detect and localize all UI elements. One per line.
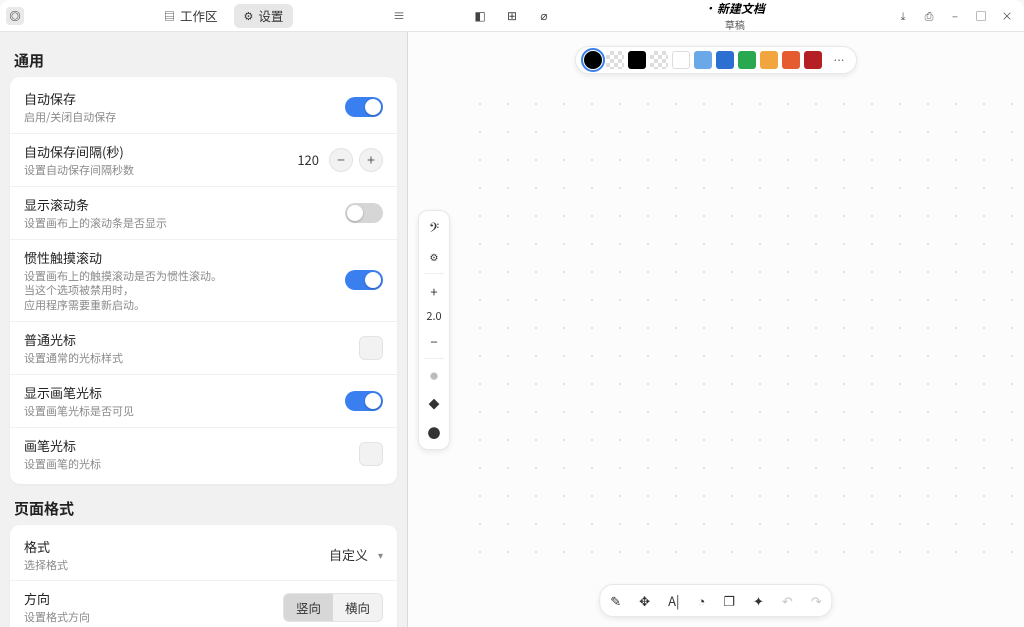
show-brush-cursor-switch[interactable] xyxy=(345,391,383,411)
orientation-portrait[interactable]: 竖向 xyxy=(284,594,333,621)
palette-more-icon[interactable]: ⋯ xyxy=(830,51,848,69)
section-page-title: 页面格式 xyxy=(14,498,393,519)
brush-cursor-label: 画笔光标 xyxy=(24,436,101,455)
section-general-title: 通用 xyxy=(14,50,393,71)
swatch-black[interactable] xyxy=(628,51,646,69)
swatch-blue[interactable] xyxy=(716,51,734,69)
autosave-label: 自动保存 xyxy=(24,89,116,108)
tool-drop-icon[interactable]: ◆ xyxy=(422,393,446,415)
scrollbar-label: 显示滚动条 xyxy=(24,195,167,214)
window-maximize[interactable]: □ xyxy=(970,5,992,27)
inertial-desc: 设置画布上的触摸滚动是否为惯性滚动。 当这个选项被禁用时， 应用程序需要重新启动… xyxy=(24,269,222,314)
row-scrollbar: 显示滚动条 设置画布上的滚动条是否显示 xyxy=(10,186,397,239)
tool-brush-icon[interactable]: ✎ xyxy=(610,591,621,610)
orientation-landscape[interactable]: 横向 xyxy=(333,594,382,621)
tool-tools-icon[interactable]: ✦ xyxy=(753,591,764,610)
row-brush-cursor: 画笔光标 设置画笔的光标 xyxy=(10,427,397,480)
format-label: 格式 xyxy=(24,537,68,556)
zoom-level: 2.0 xyxy=(426,308,441,324)
zoom-in-button[interactable]: + xyxy=(422,280,446,302)
color-palette: ⋯ xyxy=(575,46,857,74)
swatch-white[interactable] xyxy=(672,51,690,69)
chevron-down-icon[interactable]: ▾ xyxy=(378,547,383,562)
download-icon[interactable]: ⤓ xyxy=(892,5,914,27)
swatch-red[interactable] xyxy=(804,51,822,69)
workspace-icon: ▤ xyxy=(164,8,175,24)
page-format-card: 格式 选择格式 自定义 ▾ 方向 设置格式方向 竖向 横向 xyxy=(10,525,397,627)
autosave-interval-minus[interactable]: − xyxy=(329,148,353,172)
tab-settings[interactable]: ⚙ 设置 xyxy=(234,4,294,28)
autosave-interval-plus[interactable]: + xyxy=(359,148,383,172)
left-toolbar: 𝄢 ⚙ + 2.0 − ● ◆ ● xyxy=(418,210,450,450)
tab-workspace-label: 工作区 xyxy=(180,6,218,25)
row-autosave: 自动保存 启用/关闭自动保存 xyxy=(10,81,397,133)
inertial-switch[interactable] xyxy=(345,270,383,290)
swatch-lightblue[interactable] xyxy=(694,51,712,69)
inertial-label: 惯性触摸滚动 xyxy=(24,248,222,267)
scrollbar-switch[interactable] xyxy=(345,203,383,223)
swatch-orange[interactable] xyxy=(760,51,778,69)
canvas-area: ⋯ 𝄢 ⚙ + 2.0 − ● ◆ ● ✎ ✥ A| ◔ ❐ ✦ ↶ ↷ xyxy=(408,32,1024,627)
orientation-segmented: 竖向 横向 xyxy=(283,593,383,622)
tool-circle-icon[interactable]: ● xyxy=(422,421,446,443)
swatch-transparent-1[interactable] xyxy=(606,51,624,69)
swatch-current[interactable] xyxy=(584,51,602,69)
row-format: 格式 选择格式 自定义 ▾ xyxy=(10,529,397,581)
tool-dot-icon[interactable]: ● xyxy=(422,365,446,387)
scrollbar-desc: 设置画布上的滚动条是否显示 xyxy=(24,216,167,231)
format-desc: 选择格式 xyxy=(24,558,68,573)
general-card: 自动保存 启用/关闭自动保存 自动保存间隔(秒) 设置自动保存间隔秒数 120 … xyxy=(10,77,397,484)
hamburger-icon[interactable]: ≡ xyxy=(388,4,410,26)
window-close[interactable]: × xyxy=(996,5,1018,27)
brush-cursor-preview[interactable] xyxy=(359,442,383,466)
settings-panel: 通用 自动保存 启用/关闭自动保存 自动保存间隔(秒) 设置自动保存间隔秒数 1… xyxy=(0,32,408,627)
document-title: 新建文档 xyxy=(717,0,765,17)
swatch-transparent-2[interactable] xyxy=(650,51,668,69)
orientation-label: 方向 xyxy=(24,589,90,608)
window-minimize[interactable]: – xyxy=(944,5,966,27)
tool-shapes-icon[interactable]: ✥ xyxy=(639,591,650,610)
format-value: 自定义 xyxy=(329,545,368,564)
tab-workspace[interactable]: ▤ 工作区 xyxy=(154,4,228,28)
window-titlebar: ◎ ▤ 工作区 ⚙ 设置 ≡ ◧ ⊞ ⌀ •新建文档 草稿 ⤓ ⎙ – □ × xyxy=(0,0,1024,32)
app-icon: ◎ xyxy=(6,7,24,25)
brush-cursor-desc: 设置画笔的光标 xyxy=(24,457,101,472)
show-brush-cursor-desc: 设置画笔光标是否可见 xyxy=(24,404,134,419)
print-icon[interactable]: ⎙ xyxy=(918,5,940,27)
autosave-interval-label: 自动保存间隔(秒) xyxy=(24,142,134,161)
tool-eraser-icon[interactable]: ◔ xyxy=(698,591,706,610)
drawing-canvas[interactable] xyxy=(462,86,1016,577)
row-orientation: 方向 设置格式方向 竖向 横向 xyxy=(10,580,397,627)
autosave-interval-value: 120 xyxy=(297,150,319,169)
zoom-out-button[interactable]: − xyxy=(422,330,446,352)
normal-cursor-preview[interactable] xyxy=(359,336,383,360)
panel-left-icon[interactable]: ◧ xyxy=(469,5,491,27)
tool-select-icon[interactable]: ❐ xyxy=(723,591,735,610)
panel-add-icon[interactable]: ⊞ xyxy=(501,5,523,27)
normal-cursor-label: 普通光标 xyxy=(24,330,123,349)
gear-icon: ⚙ xyxy=(244,8,254,24)
document-title-area: •新建文档 草稿 xyxy=(635,0,835,32)
autosave-desc: 启用/关闭自动保存 xyxy=(24,110,116,125)
tool-text-icon[interactable]: A| xyxy=(668,591,679,610)
row-show-brush-cursor: 显示画笔光标 设置画笔光标是否可见 xyxy=(10,374,397,427)
undo-button[interactable]: ↶ xyxy=(782,591,793,610)
row-normal-cursor: 普通光标 设置通常的光标样式 xyxy=(10,321,397,374)
row-autosave-interval: 自动保存间隔(秒) 设置自动保存间隔秒数 120 − + xyxy=(10,133,397,186)
swatch-darkorange[interactable] xyxy=(782,51,800,69)
tab-settings-label: 设置 xyxy=(258,6,283,25)
document-subtitle: 草稿 xyxy=(635,17,835,32)
autosave-interval-desc: 设置自动保存间隔秒数 xyxy=(24,163,134,178)
tool-settings-icon[interactable]: ⚙ xyxy=(422,245,446,267)
bottom-toolbar: ✎ ✥ A| ◔ ❐ ✦ ↶ ↷ xyxy=(599,584,832,617)
show-brush-cursor-label: 显示画笔光标 xyxy=(24,383,134,402)
orientation-desc: 设置格式方向 xyxy=(24,610,90,625)
swatch-green[interactable] xyxy=(738,51,756,69)
autosave-switch[interactable] xyxy=(345,97,383,117)
panel-link-icon[interactable]: ⌀ xyxy=(533,5,555,27)
redo-button[interactable]: ↷ xyxy=(811,591,822,610)
row-inertial: 惯性触摸滚动 设置画布上的触摸滚动是否为惯性滚动。 当这个选项被禁用时， 应用程… xyxy=(10,239,397,322)
normal-cursor-desc: 设置通常的光标样式 xyxy=(24,351,123,366)
tool-stroke-icon[interactable]: 𝄢 xyxy=(422,217,446,239)
